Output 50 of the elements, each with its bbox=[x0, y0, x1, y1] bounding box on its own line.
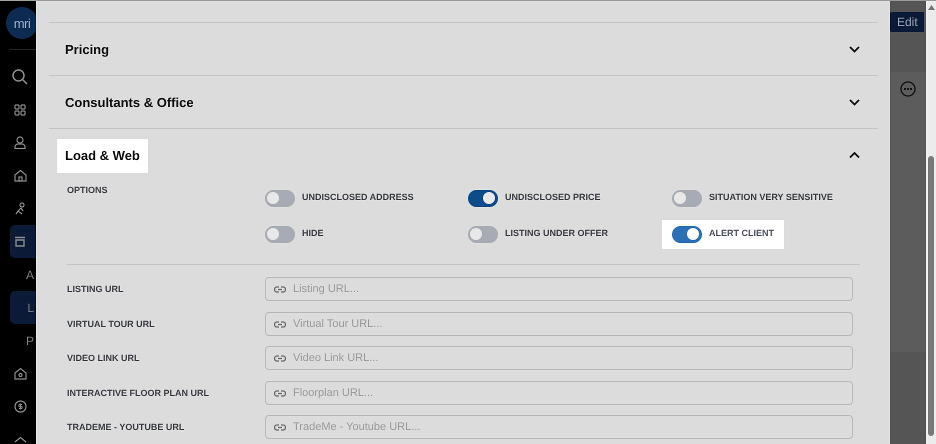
url-field[interactable]: Virtual Tour URL... bbox=[265, 312, 853, 336]
sidebar-item[interactable] bbox=[10, 225, 36, 258]
home-icon[interactable] bbox=[14, 169, 26, 182]
section-title[interactable]: Consultants & Office bbox=[57, 86, 202, 120]
url-field[interactable]: Video Link URL... bbox=[265, 346, 853, 370]
link-icon bbox=[274, 424, 286, 432]
sidebar-item[interactable]: L bbox=[10, 291, 36, 324]
field-label: VIDEO LINK URL bbox=[67, 353, 141, 364]
scrollbar-thumb[interactable] bbox=[928, 156, 934, 436]
listing-icon bbox=[14, 236, 26, 248]
chevron-icon[interactable] bbox=[849, 152, 860, 158]
toggle-switch[interactable] bbox=[672, 190, 702, 207]
person-icon[interactable] bbox=[14, 202, 26, 215]
toggle-switch[interactable] bbox=[265, 190, 295, 207]
more-icon[interactable] bbox=[900, 81, 916, 97]
dollar-icon[interactable] bbox=[14, 400, 26, 413]
toggle-switch[interactable] bbox=[468, 190, 498, 207]
chevron-icon[interactable] bbox=[849, 98, 860, 106]
link-icon bbox=[274, 355, 286, 362]
url-field[interactable]: Floorplan URL... bbox=[265, 380, 853, 405]
sidebar-item[interactable]: A bbox=[10, 258, 36, 291]
chevron-icon[interactable] bbox=[849, 46, 860, 52]
link-icon bbox=[274, 286, 286, 293]
link-icon bbox=[274, 320, 286, 328]
field-label: TRADEME - YOUTUBE URL bbox=[67, 422, 186, 432]
field-label: LISTING URL bbox=[67, 284, 124, 294]
url-field[interactable]: Listing URL... bbox=[265, 277, 853, 301]
user-icon[interactable] bbox=[14, 136, 26, 149]
toggle-switch[interactable] bbox=[468, 226, 498, 243]
field-label: INTERACTIVE FLOOR PLAN URL bbox=[67, 388, 210, 398]
field-label: VIRTUAL TOUR URL bbox=[67, 318, 156, 329]
option-label: SITUATION VERY SENSITIVE bbox=[709, 192, 833, 202]
option-label: HIDE bbox=[302, 228, 324, 238]
toggle-switch[interactable] bbox=[265, 226, 295, 243]
option-label: UNDISCLOSED PRICE bbox=[505, 192, 601, 202]
options-label: OPTIONS bbox=[67, 185, 109, 197]
scroll-up-icon[interactable] bbox=[928, 5, 934, 10]
section-title[interactable]: Pricing bbox=[57, 33, 118, 67]
option-label: ALERT CLIENT bbox=[709, 228, 774, 238]
toggle-switch[interactable] bbox=[672, 226, 702, 243]
sidebar-item[interactable]: P bbox=[10, 324, 36, 357]
link-icon bbox=[274, 390, 286, 397]
search-icon[interactable] bbox=[11, 68, 29, 86]
grid-icon[interactable] bbox=[14, 104, 26, 116]
url-field[interactable]: TradeMe - Youtube URL... bbox=[265, 415, 853, 440]
option-label: UNDISCLOSED ADDRESS bbox=[302, 192, 414, 202]
section-title[interactable]: Load & Web bbox=[57, 139, 148, 173]
logo[interactable]: mri bbox=[6, 7, 36, 39]
edit-button[interactable]: Edit bbox=[890, 12, 924, 32]
option-label: LISTING UNDER OFFER bbox=[505, 228, 608, 238]
